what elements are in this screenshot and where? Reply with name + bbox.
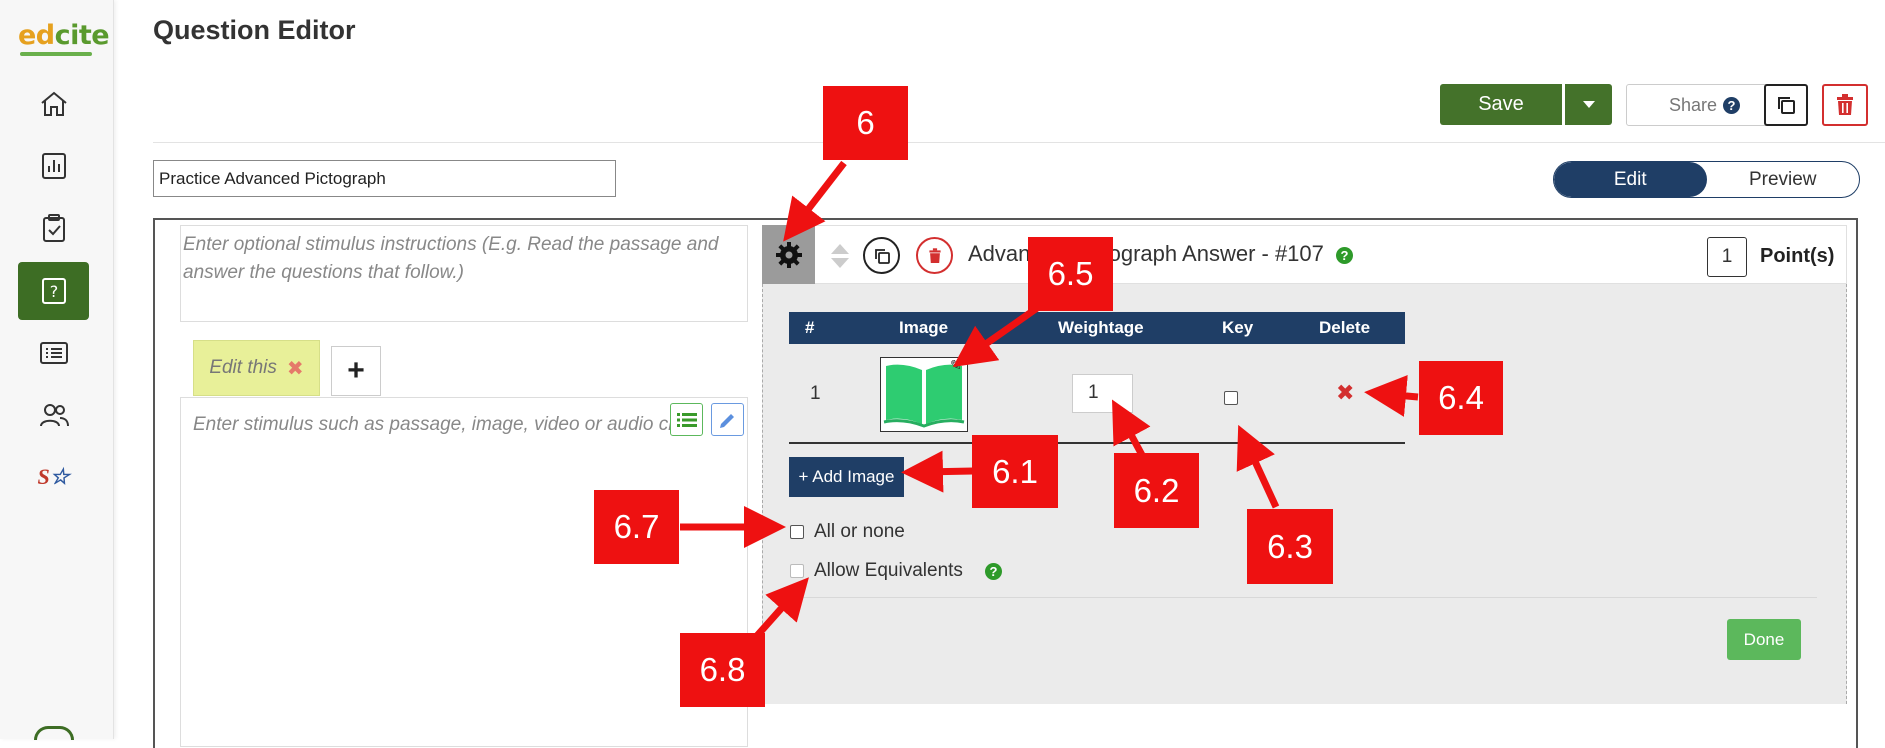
add-tab-button[interactable]: + [331, 346, 381, 396]
share-button[interactable]: Share ? [1626, 84, 1783, 126]
bar-chart-icon [41, 153, 66, 179]
col-weightage-header: Weightage [1058, 318, 1144, 337]
callout-6-4: 6.4 [1419, 361, 1503, 435]
edit-mode-tab[interactable]: Edit [1554, 162, 1707, 197]
svg-text:?: ? [49, 282, 58, 301]
delete-row-icon[interactable]: ✖ [1336, 380, 1354, 406]
allow-equivalents-option[interactable]: Allow Equivalents ? [790, 560, 1002, 582]
key-checkbox[interactable] [1224, 391, 1238, 405]
stimulus-tab-label: Edit this [209, 357, 277, 378]
edit-image-icon[interactable]: ✎ [950, 357, 962, 374]
sidebar-item-reports[interactable] [18, 137, 89, 195]
callout-6-2: 6.2 [1114, 453, 1199, 528]
sidebar-bottom-icon[interactable] [34, 726, 74, 740]
format-list-button[interactable] [670, 403, 703, 436]
all-or-none-checkbox[interactable] [790, 525, 804, 539]
col-delete-header: Delete [1319, 318, 1371, 337]
header-divider [153, 142, 1885, 143]
trash-icon [1837, 94, 1853, 115]
image-table-header: # Image Weightage Key Delete [789, 312, 1405, 344]
users-icon [39, 404, 69, 427]
clipboard-check-icon [42, 214, 65, 242]
delete-answer-button[interactable] [916, 237, 953, 274]
col-image-header: Image [899, 318, 949, 337]
home-icon [40, 91, 67, 116]
footer-divider [787, 597, 1817, 598]
col-key-header: Key [1222, 318, 1254, 337]
delete-question-button[interactable] [1822, 84, 1868, 126]
copy-icon [874, 248, 890, 264]
settings-button[interactable] [762, 225, 815, 284]
allow-equivalents-checkbox[interactable] [790, 564, 804, 578]
gear-icon [775, 241, 802, 268]
add-image-button[interactable]: + Add Image [789, 457, 904, 497]
callout-6-7: 6.7 [594, 490, 679, 564]
mode-toggle[interactable]: Edit Preview [1553, 161, 1860, 198]
save-options-dropdown[interactable] [1565, 84, 1612, 125]
sidebar-item-questions[interactable]: ? [18, 262, 89, 320]
row-number: 1 [810, 383, 821, 404]
stimulus-tab[interactable]: Edit this ✖ [193, 340, 320, 396]
weightage-input[interactable]: 1 [1072, 374, 1133, 413]
page-title: Question Editor [153, 15, 356, 45]
logo-text-ed: ed [18, 20, 55, 51]
question-title-input[interactable] [153, 160, 616, 197]
arrow-6 [783, 160, 847, 242]
col-num-header: # [805, 318, 815, 337]
all-or-none-label: All or none [814, 521, 905, 542]
help-icon[interactable]: ? [1336, 246, 1354, 264]
sidebar-item-lists[interactable] [18, 324, 89, 382]
question-box-icon: ? [41, 278, 66, 304]
sidebar: edcite ? S☆ [0, 0, 114, 740]
help-icon[interactable]: ? [1723, 96, 1741, 114]
points-input[interactable]: 1 [1707, 237, 1747, 277]
stimulus-body-input[interactable]: Enter stimulus such as passage, image, v… [180, 397, 748, 747]
help-icon[interactable]: ? [984, 562, 1002, 580]
reorder-icon[interactable] [830, 243, 850, 269]
sv-star-icon: S☆ [37, 464, 70, 489]
trash-icon [928, 247, 941, 263]
sidebar-item-users[interactable] [18, 386, 89, 444]
edcite-logo[interactable]: edcite [18, 20, 110, 51]
answer-title-text: Advanced Pictograph Answer - #107 [968, 241, 1324, 266]
list-format-icon [676, 412, 697, 427]
callout-6: 6 [823, 86, 908, 160]
callout-6-5: 6.5 [1028, 237, 1113, 311]
sidebar-item-assignments[interactable] [18, 199, 89, 257]
callout-6-3: 6.3 [1247, 509, 1333, 584]
done-button[interactable]: Done [1727, 619, 1801, 660]
logo-swoosh [20, 52, 92, 56]
points-label: Point(s) [1760, 245, 1835, 267]
copy-icon [1778, 97, 1795, 114]
answer-title: Advanced Pictograph Answer - #107 ? [968, 241, 1354, 267]
logo-text-cite: cite [54, 20, 110, 51]
save-button[interactable]: Save [1440, 84, 1562, 125]
callout-6-8: 6.8 [680, 633, 765, 707]
duplicate-button[interactable] [1764, 84, 1808, 126]
sv-letter: S [37, 464, 50, 489]
pencil-icon [719, 413, 734, 428]
allow-equivalents-label: Allow Equivalents [814, 560, 963, 581]
all-or-none-option[interactable]: All or none [790, 521, 905, 543]
list-icon [39, 342, 68, 364]
share-label: Share [1668, 94, 1718, 115]
chevron-down-icon [1582, 101, 1595, 108]
stimulus-instructions-input[interactable]: Enter optional stimulus instructions (E.… [180, 225, 748, 322]
sidebar-item-standards[interactable]: S☆ [18, 448, 89, 506]
callout-6-1: 6.1 [972, 435, 1058, 508]
sidebar-item-home[interactable] [18, 75, 89, 133]
close-icon[interactable]: ✖ [287, 356, 304, 381]
duplicate-answer-button[interactable] [863, 237, 900, 274]
edit-stimulus-button[interactable] [711, 403, 744, 436]
preview-mode-tab[interactable]: Preview [1707, 162, 1860, 197]
